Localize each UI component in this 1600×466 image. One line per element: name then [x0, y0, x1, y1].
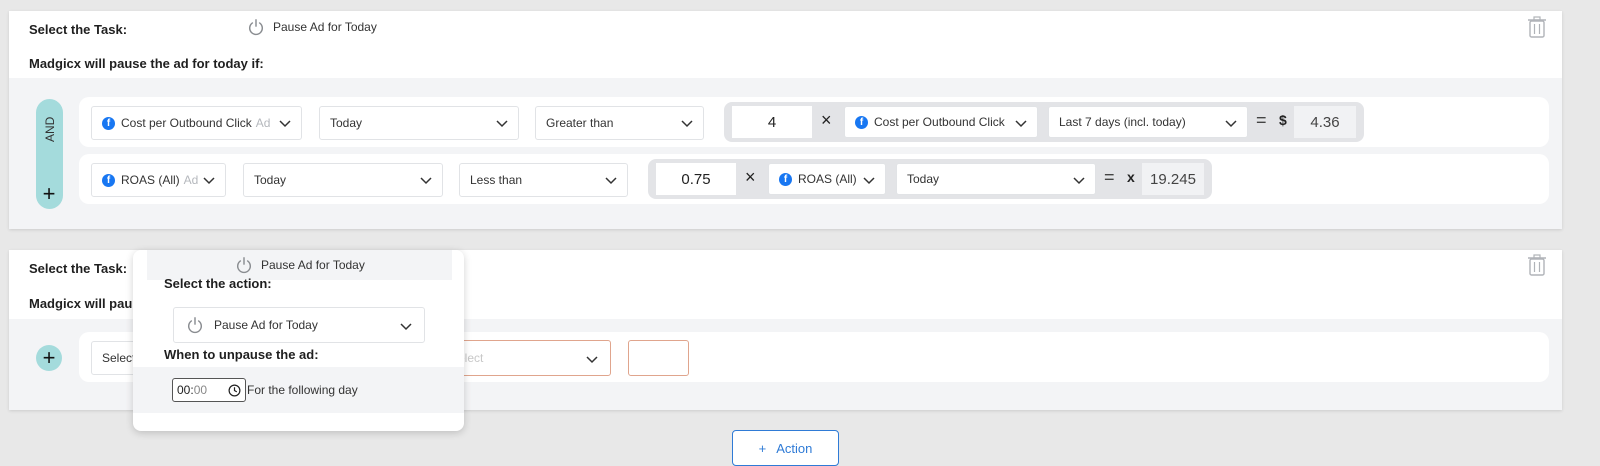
popup-task-value: Pause Ad for Today [261, 258, 365, 272]
chevron-down-icon [279, 120, 291, 128]
metric-dropdown[interactable]: f Cost per Outbound Click Ad [91, 106, 302, 140]
facebook-icon: f [855, 115, 868, 129]
time-minutes: 00 [193, 383, 208, 397]
equals-sign: = [1104, 167, 1115, 187]
metric-value: ROAS (All) [121, 173, 180, 187]
reference-metric-dropdown[interactable]: f Cost per Outbound Click [844, 106, 1038, 138]
period-value: Today [254, 173, 287, 187]
comparator-value: Less than [470, 173, 523, 187]
condition-row: f Cost per Outbound Click Ad Today Great… [79, 97, 1549, 147]
chevron-down-icon [203, 177, 215, 185]
period-dropdown[interactable]: Today [319, 106, 519, 140]
action-dropdown[interactable]: Pause Ad for Today [173, 307, 425, 343]
add-condition-button[interactable]: + [36, 181, 62, 207]
plus-icon: + [42, 181, 56, 206]
action-value: Pause Ad for Today [214, 318, 318, 332]
metric-dropdown[interactable]: f ROAS (All) Ad [91, 163, 226, 197]
reference-metric-value: Cost per Outbound Click [874, 115, 1005, 129]
chevron-down-icon [496, 120, 508, 128]
comparator-value: Greater than [546, 116, 614, 130]
rule-label: Madgicx will pause the ad for today if: [29, 56, 264, 71]
metric-placeholder: Select [102, 351, 136, 365]
chevron-down-icon [1225, 120, 1237, 128]
facebook-icon: f [102, 116, 115, 130]
multiply-icon: × [745, 167, 756, 187]
chevron-down-icon [420, 177, 432, 185]
computed-result: 4.36 [1294, 106, 1356, 138]
and-operator-label: AND [43, 116, 57, 142]
clock-icon[interactable] [228, 384, 241, 397]
time-hours: 00 [177, 383, 191, 397]
chevron-down-icon [586, 356, 598, 364]
facebook-icon: f [779, 172, 792, 186]
power-icon [248, 19, 264, 36]
multiplier-input[interactable]: 4 [732, 106, 812, 138]
facebook-icon: f [102, 173, 115, 187]
chevron-down-icon [1015, 120, 1027, 128]
plus-icon: + [42, 345, 56, 370]
unpause-section: 00:00 For the following day [133, 367, 464, 413]
select-task-label: Select the Task: [29, 22, 128, 37]
reference-period-value: Last 7 days (incl. today) [1059, 115, 1186, 129]
chevron-down-icon [1073, 177, 1085, 185]
task-value: Pause Ad for Today [273, 20, 377, 34]
add-condition-button[interactable]: + [36, 345, 62, 371]
metric-value: Cost per Outbound Click [121, 116, 252, 130]
metric-level: Ad [183, 173, 199, 187]
chevron-down-icon [605, 177, 617, 185]
following-day-text: For the following day [247, 383, 358, 397]
reference-metric-dropdown[interactable]: f ROAS (All) [768, 163, 886, 195]
reference-period-dropdown[interactable]: Last 7 days (incl. today) [1048, 106, 1248, 138]
reference-period-value: Today [907, 172, 940, 186]
select-action-label: Select the action: [164, 276, 272, 291]
unit-symbol: $ [1279, 112, 1287, 128]
unpause-time-input[interactable]: 00:00 [172, 378, 246, 402]
multiply-icon: × [821, 110, 832, 130]
comparator-dropdown[interactable]: elect [451, 340, 611, 376]
trash-icon[interactable] [1528, 16, 1546, 38]
computed-result: 19.245 [1142, 163, 1204, 195]
reference-metric-value: ROAS (All) [798, 172, 857, 186]
comparator-dropdown[interactable]: Greater than [535, 106, 704, 140]
equals-sign: = [1256, 110, 1267, 130]
comparison-formula: 0.75 × f ROAS (All) Today = x 19.245 [648, 159, 1212, 199]
chevron-down-icon [681, 120, 693, 128]
rule-label: Madgicx will pau [29, 296, 133, 311]
unit-symbol: x [1127, 169, 1135, 185]
reference-period-dropdown[interactable]: Today [896, 163, 1096, 195]
period-dropdown[interactable]: Today [243, 163, 443, 197]
trash-icon[interactable] [1528, 254, 1546, 276]
add-action-button[interactable]: + Action [732, 430, 839, 466]
task-action-popup: Pause Ad for Today Select the action: Pa… [133, 250, 464, 431]
value-input[interactable] [628, 340, 689, 376]
power-icon [187, 317, 203, 334]
metric-level: Ad [255, 116, 271, 130]
plus-icon: + [758, 440, 767, 456]
task-card-1: Select the Task: Pause Ad for Today Madg… [9, 11, 1562, 229]
comparator-dropdown[interactable]: Less than [459, 163, 628, 197]
action-button-label: Action [776, 440, 813, 456]
period-value: Today [330, 116, 363, 130]
power-icon [236, 257, 252, 274]
condition-row: f ROAS (All) Ad Today Less than 0.75 × f… [79, 154, 1549, 204]
multiplier-input[interactable]: 0.75 [656, 163, 736, 195]
unpause-label: When to unpause the ad: [164, 347, 319, 362]
select-task-label: Select the Task: [29, 261, 128, 276]
task-select-button[interactable]: Pause Ad for Today [159, 12, 377, 42]
chevron-down-icon [400, 323, 412, 331]
chevron-down-icon [863, 177, 875, 185]
comparison-formula: 4 × f Cost per Outbound Click Last 7 day… [724, 102, 1364, 142]
